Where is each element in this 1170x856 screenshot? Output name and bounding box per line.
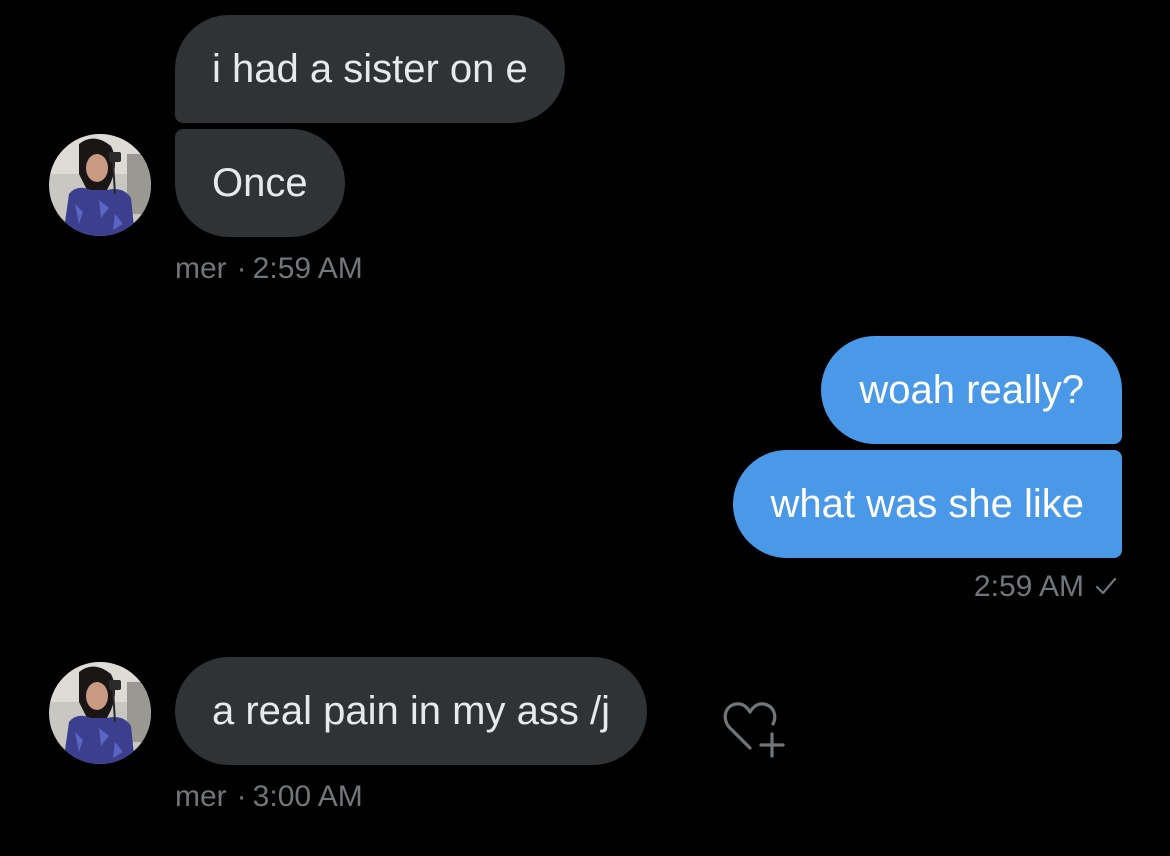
message-text: Once <box>212 161 308 205</box>
avatar[interactable] <box>49 662 151 764</box>
check-icon <box>1094 573 1118 603</box>
message-bubble-incoming[interactable]: a real pain in my ass /j <box>175 657 647 765</box>
avatar-image <box>49 662 151 764</box>
heart-plus-icon <box>723 702 785 758</box>
message-bubble-incoming[interactable]: i had a sister on e <box>175 15 565 123</box>
message-text: woah really? <box>859 368 1084 412</box>
timestamp: 2:59 AM <box>252 252 363 285</box>
message-meta: mer · 3:00 AM <box>175 782 363 812</box>
sender-name: mer <box>175 780 227 813</box>
message-bubble-outgoing[interactable]: what was she like <box>732 450 1122 558</box>
message-text: a real pain in my ass /j <box>212 689 610 733</box>
timestamp: 2:59 AM <box>973 570 1084 603</box>
message-text: i had a sister on e <box>212 47 528 91</box>
message-text: what was she like <box>770 482 1084 526</box>
separator: · <box>236 252 247 285</box>
message-meta: 2:59 AM <box>974 572 1118 603</box>
message-meta: mer · 2:59 AM <box>175 254 363 284</box>
message-bubble-outgoing[interactable]: woah really? <box>821 336 1122 444</box>
message-bubble-incoming[interactable]: Once <box>175 129 345 237</box>
sender-name: mer <box>175 252 227 285</box>
add-reaction-button[interactable] <box>716 694 788 766</box>
avatar[interactable] <box>49 134 151 236</box>
timestamp: 3:00 AM <box>252 780 363 813</box>
avatar-image <box>49 134 151 236</box>
separator: · <box>236 780 247 813</box>
